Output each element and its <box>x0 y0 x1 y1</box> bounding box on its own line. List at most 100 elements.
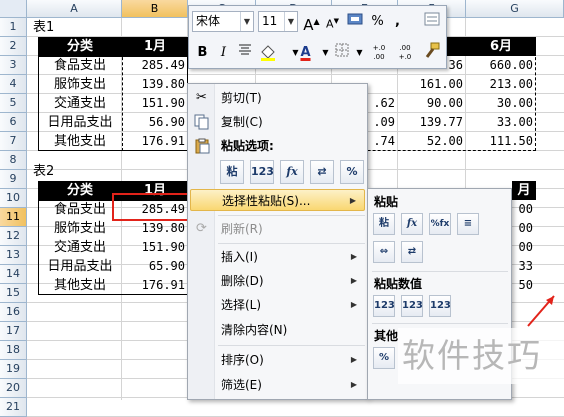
paste-formulas-button[interactable]: fx <box>280 160 304 184</box>
table2-cell-value[interactable]: 00 <box>512 200 536 219</box>
percent-style-button[interactable]: % <box>367 11 388 32</box>
table1-cell-cat[interactable]: 日用品支出 <box>38 113 122 132</box>
paste-transpose-button[interactable]: ⇄ <box>310 160 334 184</box>
sub-values-number-format-button[interactable]: 123 <box>401 295 423 317</box>
table1-cell-cat[interactable]: 食品支出 <box>38 56 122 75</box>
comma-style-button[interactable]: , <box>387 11 408 32</box>
row-header[interactable]: 8 <box>0 151 27 170</box>
row-header[interactable]: 1 <box>0 18 27 37</box>
table2-cell-cat[interactable]: 服饰支出 <box>38 219 122 238</box>
sub-paste-no-borders-button[interactable]: ⇔ <box>373 241 395 263</box>
table2-cell-value[interactable]: 00 <box>512 238 536 257</box>
sub-paste-formulas-number-button[interactable]: %fx <box>429 213 451 235</box>
table2-cell-value[interactable]: 139.80 <box>122 219 188 238</box>
row-header[interactable]: 4 <box>0 75 27 94</box>
table1-cell-value[interactable]: .09 <box>368 113 398 132</box>
table2-cell-cat[interactable]: 其他支出 <box>38 276 122 295</box>
menu-item-clear-contents[interactable]: 清除内容(N) <box>190 319 365 341</box>
table1-cell-value[interactable]: 161.00 <box>398 75 466 94</box>
menu-item-select[interactable]: 选择(L) ▶ <box>190 294 365 316</box>
table2-cell-value[interactable]: 65.90 <box>122 257 188 276</box>
row-header[interactable]: 20 <box>0 379 27 398</box>
column-header-g[interactable]: G <box>466 0 564 18</box>
table2-cell-value[interactable]: 00 <box>512 219 536 238</box>
row-header[interactable]: 7 <box>0 132 27 151</box>
shrink-font-button[interactable]: A▼ <box>322 11 343 32</box>
table2-cell-cat[interactable]: 食品支出 <box>38 200 122 219</box>
row-header[interactable]: 10 <box>0 189 27 208</box>
paste-formatting-button[interactable]: % <box>340 160 364 184</box>
column-header-b[interactable]: B <box>122 0 188 18</box>
table1-cell-cat[interactable]: 交通支出 <box>38 94 122 113</box>
font-color-button[interactable]: A <box>295 42 316 63</box>
sub-paste-button[interactable]: 粘 <box>373 213 395 235</box>
format-painter-icon[interactable] <box>421 42 442 63</box>
bold-button[interactable]: B <box>192 42 213 63</box>
row-header[interactable]: 11 <box>0 208 27 227</box>
table1-cell-value[interactable]: 90.00 <box>398 94 466 113</box>
table1-cell-value[interactable]: 139.80 <box>122 75 188 94</box>
font-size-combo[interactable]: 11 ▼ <box>258 11 298 32</box>
table1-cell-cat[interactable]: 服饰支出 <box>38 75 122 94</box>
row-header[interactable]: 13 <box>0 246 27 265</box>
chevron-down-icon[interactable]: ▼ <box>240 12 253 31</box>
table1-cell-value[interactable]: .62 <box>368 94 398 113</box>
row-header[interactable]: 19 <box>0 360 27 379</box>
table1-cell-cat[interactable]: 其他支出 <box>38 132 122 151</box>
row-header[interactable]: 16 <box>0 303 27 322</box>
table1-cell-value[interactable]: 111.50 <box>466 132 536 151</box>
row-header[interactable]: 15 <box>0 284 27 303</box>
row-header[interactable]: 2 <box>0 37 27 56</box>
row-header[interactable]: 14 <box>0 265 27 284</box>
table2-cell-value[interactable]: 176.91 <box>122 276 188 295</box>
format-painter-small-icon[interactable] <box>421 11 442 32</box>
menu-item-copy[interactable]: 复制(C) <box>190 111 365 133</box>
sub-paste-formulas-button[interactable]: fx <box>401 213 423 235</box>
table1-cell-value[interactable]: 660.00 <box>466 56 536 75</box>
sub-paste-keep-source-button[interactable]: ≡ <box>457 213 479 235</box>
italic-button[interactable]: I <box>213 42 234 63</box>
table1-cell-value[interactable]: 285.49 <box>122 56 188 75</box>
table1-cell-value[interactable]: 176.91 <box>122 132 188 151</box>
sub-other-formatting-button[interactable]: % <box>373 347 395 369</box>
table2-cell-cat[interactable]: 交通支出 <box>38 238 122 257</box>
row-header[interactable]: 21 <box>0 398 27 417</box>
table1-cell-value[interactable]: 56.90 <box>122 113 188 132</box>
table1-cell-value[interactable]: 151.90 <box>122 94 188 113</box>
menu-item-filter[interactable]: 筛选(E) ▶ <box>190 374 365 396</box>
row-header[interactable]: 12 <box>0 227 27 246</box>
row-header[interactable]: 3 <box>0 56 27 75</box>
menu-item-cut[interactable]: ✂ 剪切(T) <box>190 87 365 109</box>
table1-cell-value[interactable]: 30.00 <box>466 94 536 113</box>
row-header[interactable]: 6 <box>0 113 27 132</box>
decrease-decimal-button[interactable]: .00 +.0 <box>393 42 417 63</box>
row-header[interactable]: 5 <box>0 94 27 113</box>
sub-values-source-format-button[interactable]: 123 <box>429 295 451 317</box>
table1-cell-value[interactable]: 139.77 <box>398 113 466 132</box>
grow-font-button[interactable]: A▲ <box>301 11 322 34</box>
row-header[interactable]: 17 <box>0 322 27 341</box>
fill-color-icon[interactable] <box>257 42 283 63</box>
menu-item-paste-special[interactable]: 选择性粘贴(S)... ▶ <box>190 189 365 211</box>
font-name-combo[interactable]: 宋体 ▼ <box>192 11 254 32</box>
menu-item-sort[interactable]: 排序(O) ▶ <box>190 349 365 371</box>
table2-cell-value[interactable]: 33 <box>512 257 536 276</box>
sub-paste-transpose-button[interactable]: ⇄ <box>401 241 423 263</box>
menu-item-insert[interactable]: 插入(I) ▶ <box>190 246 365 268</box>
table1-cell-value[interactable]: .74 <box>368 132 398 151</box>
table1-cell-value[interactable]: 213.00 <box>466 75 536 94</box>
chevron-down-icon[interactable]: ▼ <box>284 12 297 31</box>
table1-cell-value[interactable]: 52.00 <box>398 132 466 151</box>
menu-item-delete[interactable]: 删除(D) ▶ <box>190 270 365 292</box>
table2-cell-cat[interactable]: 日用品支出 <box>38 257 122 276</box>
increase-decimal-button[interactable]: +.0 .00 <box>367 42 391 63</box>
table2-cell-value[interactable]: 151.90 <box>122 238 188 257</box>
table1-cell-value[interactable]: 33.00 <box>466 113 536 132</box>
align-center-icon[interactable] <box>234 42 255 63</box>
menu-item-refresh[interactable]: ⟳ 刷新(R) <box>190 218 365 240</box>
row-header[interactable]: 9 <box>0 170 27 189</box>
paste-button[interactable]: 粘 <box>220 160 244 184</box>
paste-values-button[interactable]: 123 <box>250 160 274 184</box>
column-header-a[interactable]: A <box>27 0 122 18</box>
row-header[interactable]: 18 <box>0 341 27 360</box>
